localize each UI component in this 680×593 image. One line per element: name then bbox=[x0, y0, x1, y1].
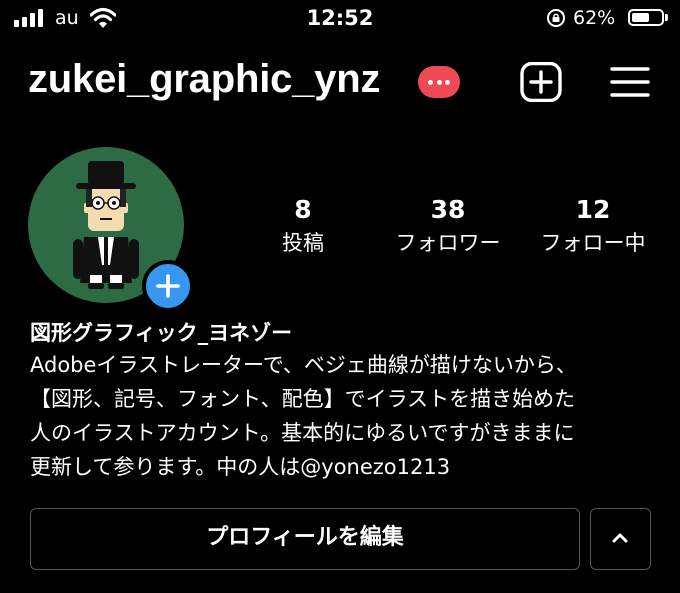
followers-label: フォロワー bbox=[395, 231, 501, 255]
stat-posts[interactable]: 8 投稿 bbox=[228, 195, 378, 257]
bio-line: 人のイラストアカウント。基本的にゆるいですがきままに bbox=[30, 421, 575, 445]
menu-icon[interactable] bbox=[610, 62, 650, 102]
chevron-up-icon bbox=[612, 533, 628, 543]
status-bar: au 12:52 62% bbox=[0, 0, 680, 38]
followers-count: 38 bbox=[430, 195, 466, 224]
battery-icon bbox=[628, 9, 664, 26]
orientation-lock-icon bbox=[547, 9, 565, 27]
battery-level bbox=[632, 13, 649, 22]
bio-line: Adobeイラストレーターで、ベジェ曲線が描けないから、 bbox=[30, 353, 577, 377]
battery-percent: 62% bbox=[573, 7, 616, 29]
following-count: 12 bbox=[575, 195, 611, 224]
stat-following[interactable]: 12 フォロー中 bbox=[518, 195, 668, 257]
stat-followers[interactable]: 38 フォロワー bbox=[373, 195, 523, 257]
add-post-icon[interactable] bbox=[520, 62, 562, 102]
profile-full-name: 図形グラフィック_ヨネゾー bbox=[30, 321, 293, 345]
battery-tip bbox=[665, 14, 668, 21]
posts-label: 投稿 bbox=[282, 231, 324, 255]
expand-suggestions-button[interactable] bbox=[590, 508, 651, 570]
posts-count: 8 bbox=[294, 195, 312, 224]
bio-line: 更新して参ります。中の人は@yonezo1213 bbox=[30, 455, 451, 479]
bio-line: 【図形、記号、フォント、配色】でイラストを描き始めた bbox=[30, 387, 576, 411]
profile-bio: Adobeイラストレーターで、ベジェ曲線が描けないから、 【図形、記号、フォント… bbox=[30, 348, 660, 484]
avatar-add-icon[interactable] bbox=[142, 260, 194, 312]
more-badge-icon[interactable] bbox=[418, 66, 460, 98]
profile-username[interactable]: zukei_graphic_ynz bbox=[28, 57, 380, 102]
following-label: フォロー中 bbox=[540, 231, 646, 255]
edit-profile-button[interactable]: プロフィールを編集 bbox=[30, 508, 580, 570]
